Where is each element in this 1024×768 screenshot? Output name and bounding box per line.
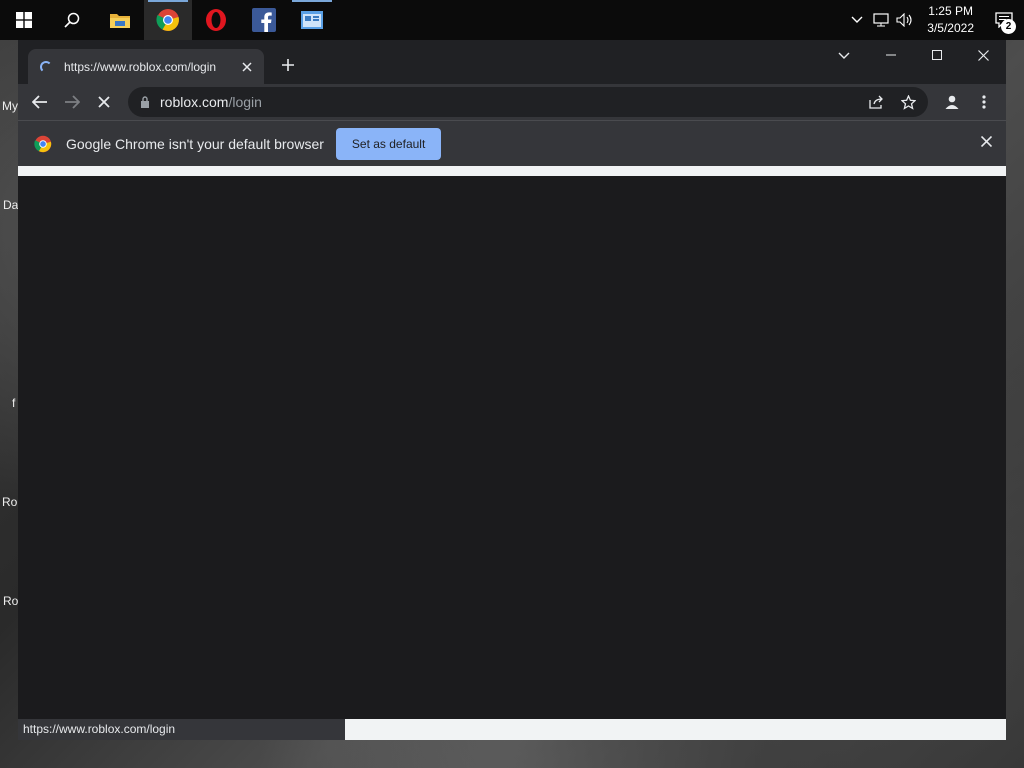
windows-icon xyxy=(16,12,32,28)
set-as-default-button[interactable]: Set as default xyxy=(335,127,442,160)
address-bar[interactable]: roblox.com/login xyxy=(128,87,928,117)
tab-title: https://www.roblox.com/login xyxy=(64,59,217,74)
infobar-close-button[interactable] xyxy=(980,134,993,152)
forward-button[interactable] xyxy=(56,86,88,118)
lock-icon xyxy=(141,96,149,108)
status-bubble: https://www.roblox.com/login xyxy=(18,719,345,740)
action-center-button[interactable]: 2 xyxy=(984,0,1024,40)
toolbar-right xyxy=(936,86,1000,118)
clock[interactable]: 1:25 PM 3/5/2022 xyxy=(917,3,984,37)
page-loading-strip xyxy=(18,166,1006,176)
arrow-right-icon xyxy=(65,95,80,109)
chrome-logo-icon xyxy=(34,135,52,152)
system-tray: 1:25 PM 3/5/2022 2 xyxy=(845,0,1024,40)
tab-strip: https://www.roblox.com/login xyxy=(18,40,1006,84)
omnibox-actions xyxy=(864,90,920,114)
desktop-label-f[interactable]: f xyxy=(12,396,15,410)
share-icon xyxy=(868,95,883,109)
maximize-icon xyxy=(932,50,942,60)
speaker-icon xyxy=(896,13,912,27)
plus-icon xyxy=(282,59,294,71)
search-button[interactable] xyxy=(48,0,96,40)
back-button[interactable] xyxy=(24,86,56,118)
desktop-label-my[interactable]: My xyxy=(2,99,18,113)
search-icon xyxy=(64,12,80,28)
page-content[interactable] xyxy=(18,176,1006,719)
network-icon xyxy=(873,13,889,27)
notification-count-badge: 2 xyxy=(1001,19,1016,34)
tab-roblox-login[interactable]: https://www.roblox.com/login xyxy=(28,49,264,84)
minimize-icon xyxy=(886,54,896,56)
app-taskbar-button[interactable] xyxy=(288,0,336,40)
clock-time: 1:25 PM xyxy=(928,4,973,18)
default-browser-infobar: Google Chrome isn't your default browser… xyxy=(18,120,1006,166)
desktop-label-da[interactable]: Da xyxy=(3,198,18,212)
app-window-icon xyxy=(301,11,323,29)
desktop-label-ro[interactable]: Ro xyxy=(3,594,18,608)
tab-search-button[interactable] xyxy=(832,44,856,68)
loading-spinner-icon xyxy=(40,60,52,73)
chevron-up-icon xyxy=(851,16,863,23)
show-hidden-icons-button[interactable] xyxy=(845,0,869,40)
start-button[interactable] xyxy=(0,0,48,40)
share-button[interactable] xyxy=(864,90,888,114)
menu-button[interactable] xyxy=(968,86,1000,118)
more-vert-icon xyxy=(982,95,986,109)
chrome-icon xyxy=(156,9,179,31)
taskbar: 1:25 PM 3/5/2022 2 xyxy=(0,0,1024,40)
opera-icon xyxy=(206,9,226,31)
opera-taskbar-button[interactable] xyxy=(192,0,240,40)
chevron-down-icon xyxy=(838,52,850,59)
file-explorer-button[interactable] xyxy=(96,0,144,40)
close-window-button[interactable] xyxy=(960,40,1006,70)
network-button[interactable] xyxy=(869,0,893,40)
infobar-message: Google Chrome isn't your default browser xyxy=(66,135,324,152)
bookmark-button[interactable] xyxy=(896,90,920,114)
arrow-left-icon xyxy=(32,95,47,109)
facebook-icon xyxy=(252,8,276,32)
facebook-taskbar-button[interactable] xyxy=(240,0,288,40)
star-icon xyxy=(900,94,916,110)
folder-icon xyxy=(110,14,130,28)
new-tab-button[interactable] xyxy=(276,54,300,78)
url-path: /login xyxy=(228,94,262,110)
profile-button[interactable] xyxy=(936,86,968,118)
clock-date: 3/5/2022 xyxy=(927,21,974,35)
maximize-button[interactable] xyxy=(914,40,960,70)
close-icon xyxy=(977,49,989,61)
minimize-button[interactable] xyxy=(868,40,914,70)
window-controls xyxy=(868,40,1006,70)
close-icon xyxy=(242,61,252,72)
chrome-window: https://www.roblox.com/login roblox.com … xyxy=(18,40,1006,740)
stop-icon xyxy=(98,96,110,108)
profile-icon xyxy=(945,95,959,109)
volume-button[interactable] xyxy=(893,0,917,40)
browser-toolbar: roblox.com/login xyxy=(18,84,1006,120)
chrome-taskbar-button[interactable] xyxy=(144,0,192,40)
tab-close-button[interactable] xyxy=(238,59,256,75)
stop-loading-button[interactable] xyxy=(88,86,120,118)
close-icon xyxy=(980,135,993,148)
url-host: roblox.com xyxy=(160,94,229,110)
